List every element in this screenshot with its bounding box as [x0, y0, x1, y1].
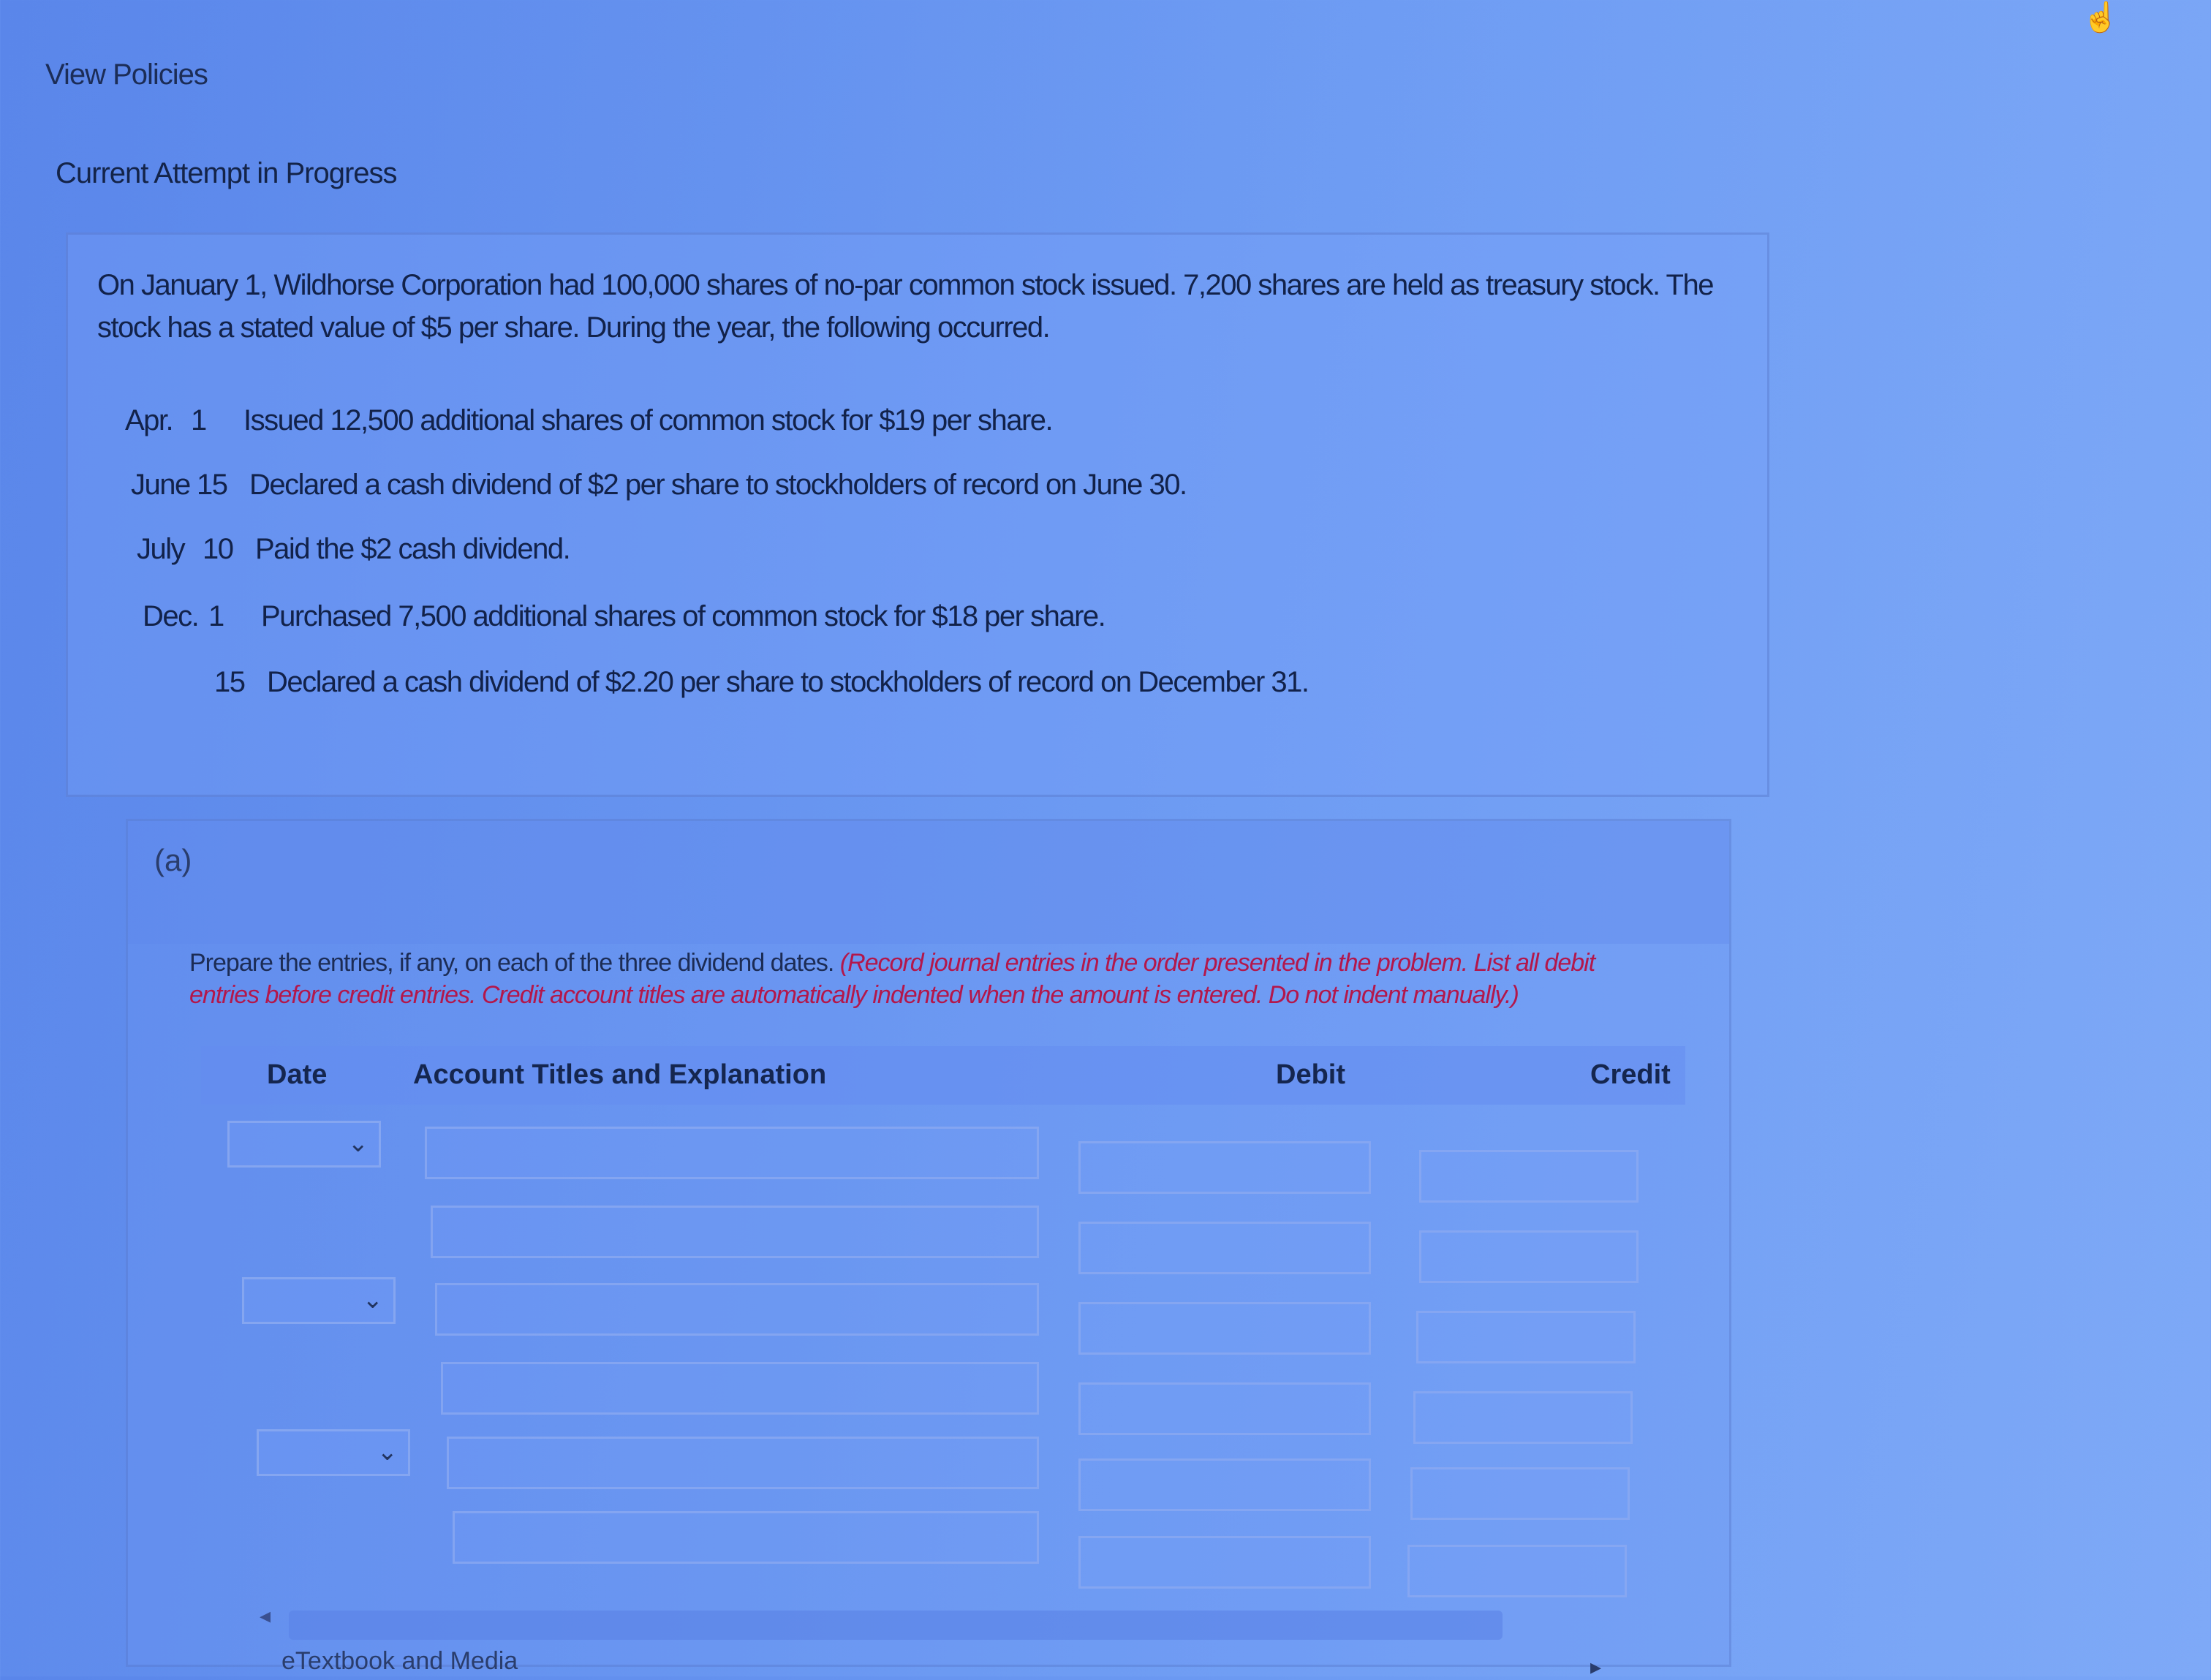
cursor-icon: ☝ [2082, 1, 2119, 34]
chevron-down-icon: ⌄ [347, 1130, 369, 1157]
journal-table-header: Date Account Titles and Explanation Debi… [201, 1046, 1685, 1105]
part-a-panel: (a) Prepare the entries, if any, on each… [126, 819, 1731, 1679]
attempt-status: Current Attempt in Progress [56, 157, 398, 189]
debit-input[interactable] [1078, 1382, 1371, 1435]
transaction-row: Apr. 1 Issued 12,500 additional shares of … [125, 404, 1054, 437]
account-input[interactable] [447, 1437, 1039, 1489]
transaction-month: June [131, 469, 191, 501]
debit-input[interactable] [1078, 1458, 1371, 1511]
credit-input[interactable] [1419, 1230, 1639, 1283]
transaction-day: 15 [197, 469, 228, 501]
debit-input[interactable] [1078, 1536, 1371, 1589]
chevron-down-icon: ⌄ [362, 1286, 384, 1314]
account-input[interactable] [435, 1283, 1039, 1336]
transaction-day: 15 [214, 666, 246, 698]
transaction-row: 15 Declared a cash dividend of $2.20 per … [148, 666, 1309, 699]
transaction-text: Issued 12,500 additional shares of commo… [243, 404, 1054, 436]
transaction-row: Dec. 1 Purchased 7,500 additional shares o… [143, 600, 1106, 633]
column-debit: Debit [1276, 1059, 1345, 1090]
view-policies-link[interactable]: View Policies [45, 58, 208, 91]
debit-input[interactable] [1078, 1302, 1371, 1355]
account-input[interactable] [441, 1362, 1039, 1415]
problem-intro: On January 1, Wildhorse Corporation had … [97, 269, 1714, 344]
instruction-text: Prepare the entries, if any, on each of … [189, 949, 840, 977]
account-input[interactable] [453, 1511, 1039, 1564]
transaction-day: 10 [203, 533, 234, 565]
date-select[interactable]: ⌄ [242, 1277, 396, 1324]
horizontal-scrollbar[interactable] [289, 1611, 1503, 1640]
credit-input[interactable] [1416, 1311, 1636, 1363]
credit-input[interactable] [1413, 1391, 1633, 1444]
debit-input[interactable] [1078, 1141, 1371, 1194]
part-label: (a) [154, 843, 192, 877]
credit-input[interactable] [1419, 1150, 1639, 1203]
transaction-text: Declared a cash dividend of $2 per share… [249, 469, 1187, 501]
transaction-text: Declared a cash dividend of $2.20 per sh… [267, 666, 1309, 698]
transaction-row: June 15 Declared a cash dividend of $2 per… [131, 469, 1187, 502]
debit-input[interactable] [1078, 1222, 1371, 1274]
problem-statement: On January 1, Wildhorse Corporation had … [66, 232, 1769, 797]
transaction-row: July 10 Paid the $2 cash dividend. [137, 533, 571, 566]
account-input[interactable] [431, 1206, 1039, 1258]
scroll-left-icon[interactable]: ◂ [260, 1603, 271, 1629]
transaction-text: Paid the $2 cash dividend. [255, 533, 571, 565]
credit-input[interactable] [1407, 1545, 1627, 1597]
column-date: Date [267, 1059, 328, 1090]
part-a-header: (a) [128, 821, 1729, 944]
transaction-month: Dec. [143, 600, 200, 632]
transaction-month: Apr. [125, 404, 174, 436]
instructions: Prepare the entries, if any, on each of … [189, 947, 1652, 1011]
etextbook-link[interactable]: eTextbook and Media [281, 1647, 518, 1676]
transaction-day: 1 [191, 404, 207, 436]
account-input[interactable] [425, 1127, 1039, 1179]
column-credit: Credit [1590, 1059, 1671, 1090]
date-select[interactable]: ⌄ [257, 1429, 410, 1476]
transaction-month: July [137, 533, 186, 565]
transaction-day: 1 [208, 600, 224, 632]
chevron-down-icon: ⌄ [377, 1438, 398, 1466]
column-account: Account Titles and Explanation [413, 1059, 827, 1090]
transaction-text: Purchased 7,500 additional shares of com… [261, 600, 1106, 632]
credit-input[interactable] [1410, 1467, 1630, 1520]
date-select[interactable]: ⌄ [227, 1121, 381, 1168]
